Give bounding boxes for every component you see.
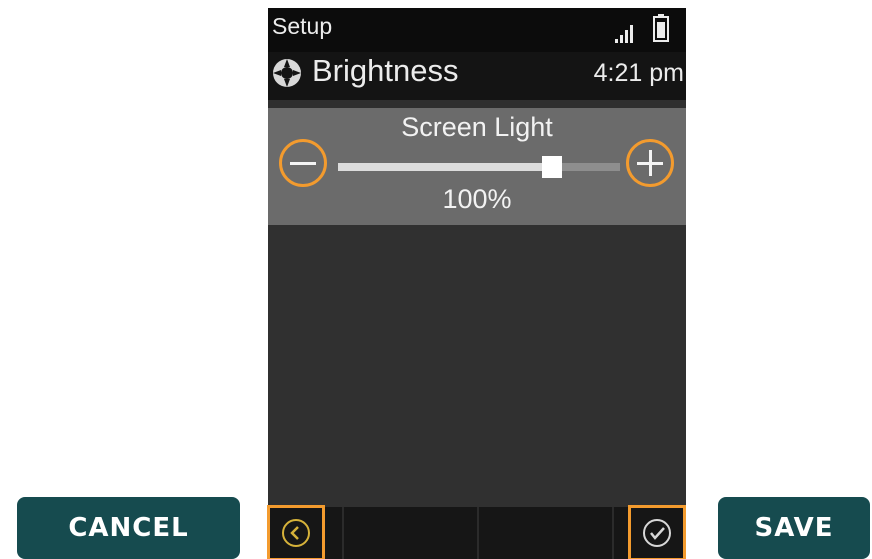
slider-fill bbox=[338, 163, 552, 171]
clock-time: 4:21 pm bbox=[593, 59, 684, 87]
battery-icon bbox=[653, 14, 669, 42]
page-header: Brightness 4:21 pm bbox=[268, 52, 686, 100]
screen-light-panel: Screen Light 100% bbox=[268, 108, 686, 225]
brightness-value: 100% bbox=[442, 184, 512, 214]
confirm-soft-key[interactable] bbox=[628, 505, 686, 559]
back-soft-key[interactable] bbox=[267, 505, 325, 559]
settings-icon bbox=[273, 59, 301, 87]
status-title: Setup bbox=[272, 13, 333, 39]
minus-icon bbox=[290, 162, 316, 165]
screen-light-label: Screen Light bbox=[401, 112, 553, 142]
save-button[interactable]: SAVE bbox=[718, 497, 870, 559]
brightness-slider[interactable] bbox=[338, 156, 620, 178]
checkmark-icon bbox=[643, 519, 671, 547]
page-title: Brightness bbox=[312, 53, 459, 88]
soft-key-divider bbox=[342, 507, 344, 559]
soft-key-divider bbox=[477, 507, 479, 559]
increase-brightness-button[interactable] bbox=[626, 139, 674, 187]
chevron-left-icon bbox=[282, 519, 310, 547]
soft-key-divider bbox=[612, 507, 614, 559]
soft-key-bar bbox=[268, 507, 686, 559]
status-bar: Setup bbox=[268, 8, 686, 52]
content-area bbox=[268, 225, 686, 507]
decrease-brightness-button[interactable] bbox=[279, 139, 327, 187]
device-screen: Setup Brightness 4:21 pm Screen Light 10… bbox=[268, 8, 686, 559]
slider-thumb[interactable] bbox=[542, 156, 562, 178]
cancel-button[interactable]: CANCEL bbox=[17, 497, 240, 559]
signal-bars-icon bbox=[615, 25, 633, 43]
